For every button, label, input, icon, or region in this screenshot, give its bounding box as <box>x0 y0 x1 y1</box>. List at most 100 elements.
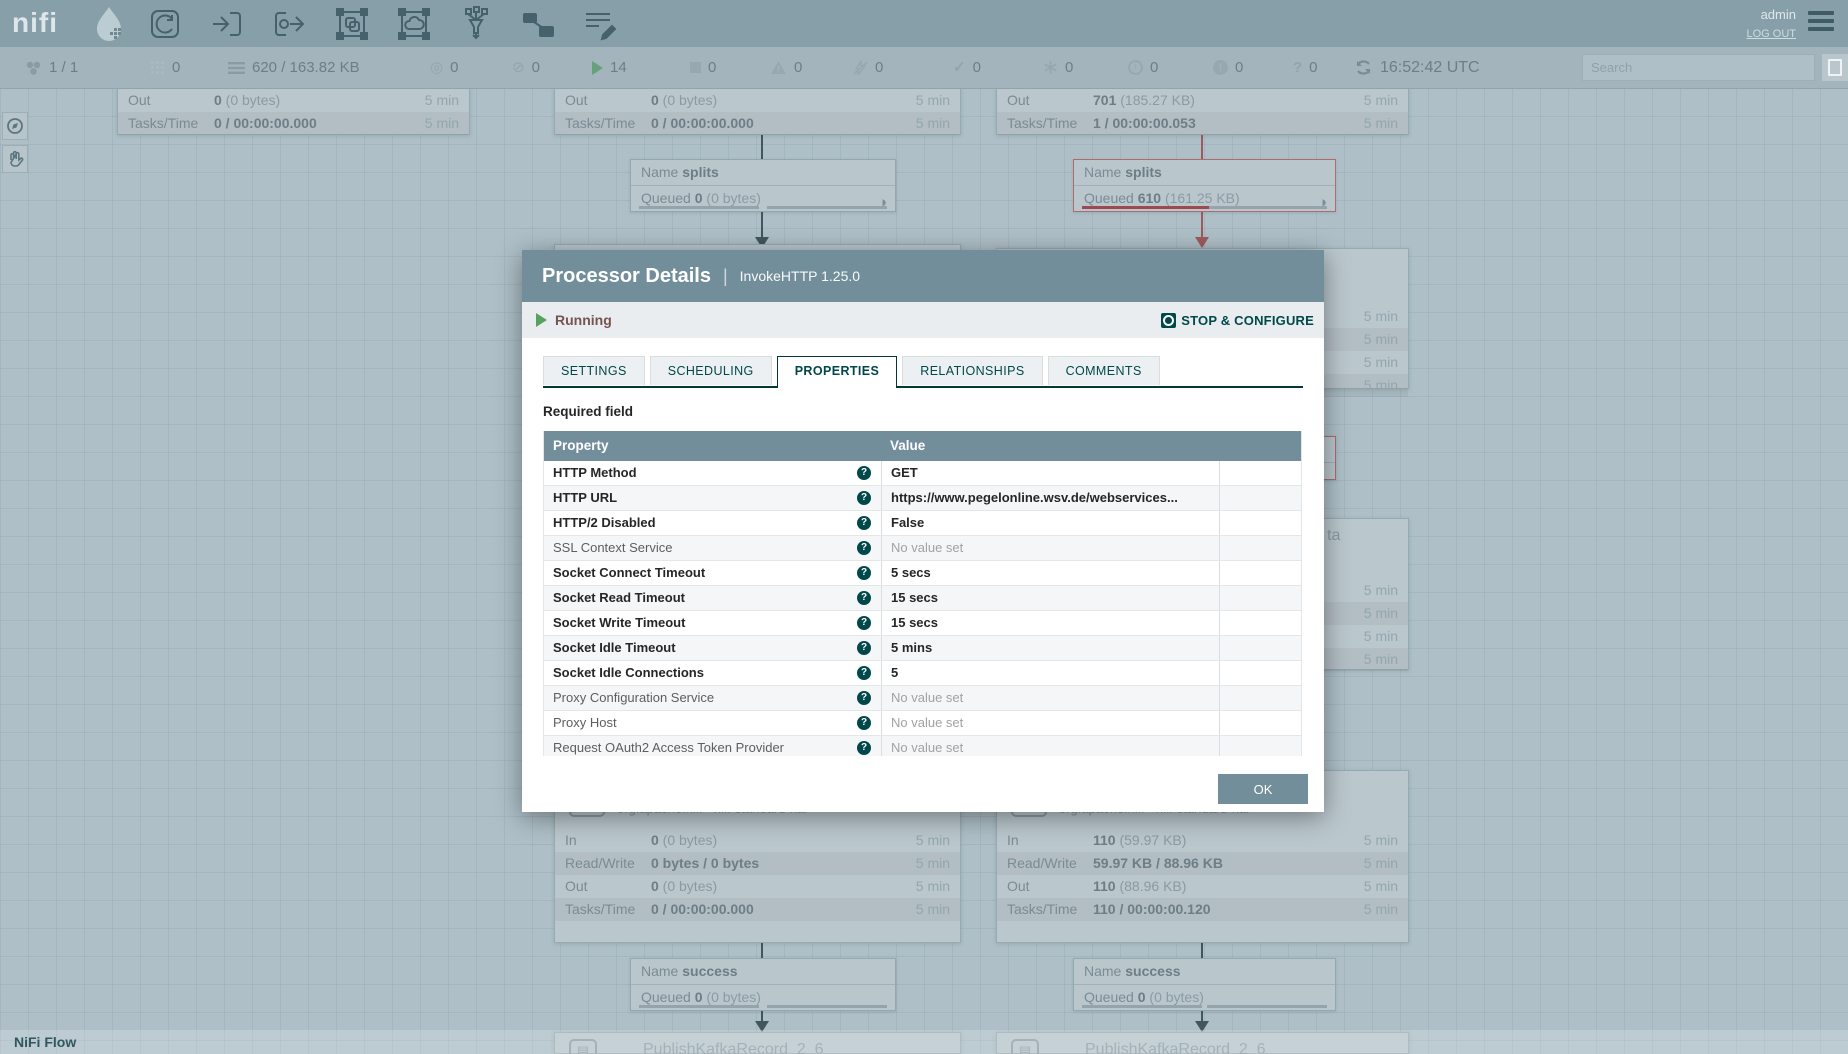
transmitting-icon: ◎ <box>430 60 443 75</box>
connection-name: success <box>1125 963 1180 979</box>
locally-modified-stale-status: !0 <box>1213 47 1243 88</box>
operate-palette-button[interactable] <box>2 145 28 173</box>
up-to-date-icon: ✓ <box>953 60 966 75</box>
connection-name: success <box>682 963 737 979</box>
processor-stat-row: In110 (59.97 KB)5 min <box>997 829 1408 852</box>
dialog-tabs: SETTINGSSCHEDULINGPROPERTIESRELATIONSHIP… <box>543 356 1303 388</box>
locally-modified-icon <box>1043 60 1058 75</box>
connection-label-success-right[interactable]: Name success Queued 0 (0 bytes) <box>1073 958 1336 1011</box>
processor-stat-row: Out0 (0 bytes)5 min <box>555 875 960 898</box>
property-actions-cell <box>1219 561 1301 585</box>
tab-comments[interactable]: COMMENTS <box>1048 356 1160 385</box>
value-column-header: Value <box>881 431 1219 461</box>
output-port-icon[interactable] <box>270 5 308 43</box>
property-value: https://www.pegelonline.wsv.de/webservic… <box>881 486 1219 510</box>
connection-label-splits-left[interactable]: Name splits Queued 0 (0 bytes)◑ <box>630 159 896 212</box>
stop-configure-icon <box>1161 313 1176 328</box>
queued-label: Queued <box>1084 989 1134 1005</box>
help-icon[interactable]: ? <box>857 516 871 530</box>
property-actions-cell <box>1219 586 1301 610</box>
transmitting-status: ◎0 <box>430 47 458 88</box>
funnel-icon[interactable] <box>457 5 495 43</box>
search-input[interactable] <box>1583 55 1830 80</box>
processor-top-middle[interactable]: Out0 (0 bytes)5 minTasks/Time0 / 00:00:0… <box>554 88 961 135</box>
stop-and-configure-button[interactable]: STOP & CONFIGURE <box>1161 302 1314 338</box>
help-icon[interactable]: ? <box>857 666 871 680</box>
queued-count: 0 <box>695 989 703 1005</box>
tab-settings[interactable]: SETTINGS <box>543 356 645 385</box>
property-actions-cell <box>1219 686 1301 710</box>
ok-button[interactable]: OK <box>1218 774 1308 804</box>
connection-label-splits-right[interactable]: Name splits Queued 610 (161.25 KB)◑ <box>1073 159 1336 212</box>
process-group-icon[interactable] <box>333 5 371 43</box>
processor-stat-row: Out701 (185.27 KB)5 min <box>997 89 1408 112</box>
property-name: Socket Read Timeout <box>553 590 685 605</box>
disabled-icon <box>853 60 868 76</box>
processor-top-right[interactable]: Out701 (185.27 KB)5 minTasks/Time1 / 00:… <box>996 88 1409 135</box>
breadcrumb-bar <box>0 1030 1848 1054</box>
help-icon[interactable]: ? <box>857 566 871 580</box>
queued-icon <box>228 61 245 75</box>
property-row: Socket Idle Timeout?5 mins <box>544 636 1301 661</box>
connection-name: splits <box>1125 164 1162 180</box>
logout-link[interactable]: LOG OUT <box>1746 28 1796 40</box>
connection-name-label: Name <box>1084 164 1121 180</box>
input-port-icon[interactable] <box>208 5 246 43</box>
property-name: Proxy Host <box>553 715 617 730</box>
queued-count: 610 <box>1138 190 1161 206</box>
help-icon[interactable]: ? <box>857 541 871 555</box>
bulletin-board-button[interactable] <box>1822 54 1848 81</box>
connection-label-success-left[interactable]: Name success Queued 0 (0 bytes) <box>630 958 896 1011</box>
help-icon[interactable]: ? <box>857 466 871 480</box>
navigate-palette-button[interactable] <box>2 112 28 140</box>
processor-stat-row: Tasks/Time110 / 00:00:00.1205 min <box>997 898 1408 921</box>
property-name: Socket Idle Connections <box>553 665 704 680</box>
processor-top-left[interactable]: Out0 (0 bytes)5 minTasks/Time0 / 00:00:0… <box>117 88 470 135</box>
help-icon[interactable]: ? <box>857 591 871 605</box>
birdseye-icon <box>6 117 24 135</box>
remote-process-group-icon[interactable] <box>395 5 433 43</box>
property-value: No value set <box>881 736 1219 756</box>
nifi-application-window: nifi admin LOG OUT 1 / 1 <box>0 0 1848 1054</box>
processor-icon[interactable] <box>146 5 184 43</box>
refresh-icon[interactable] <box>1355 59 1372 76</box>
queued-status: 620 / 163.82 KB <box>228 47 360 88</box>
help-icon[interactable]: ? <box>857 691 871 705</box>
processor-stat-row: Tasks/Time1 / 00:00:00.0535 min <box>997 112 1408 135</box>
label-icon[interactable] <box>581 5 619 43</box>
nifi-drop-icon <box>88 2 130 44</box>
property-value: 15 secs <box>881 586 1219 610</box>
breadcrumb[interactable]: NiFi Flow <box>14 1034 76 1050</box>
queued-size: (0 bytes) <box>706 190 760 206</box>
processor-stat-row: Tasks/Time0 / 00:00:00.0005 min <box>118 112 469 135</box>
connection-name-label: Name <box>641 164 678 180</box>
invalid-status: 0 <box>770 47 802 88</box>
stale-status: ↑0 <box>1128 47 1158 88</box>
tab-scheduling[interactable]: SCHEDULING <box>650 356 772 385</box>
property-row: Proxy Host? No value set <box>544 711 1301 736</box>
property-row: HTTP URL?https://www.pegelonline.wsv.de/… <box>544 486 1301 511</box>
help-icon[interactable]: ? <box>857 616 871 630</box>
top-nav-bar: nifi admin LOG OUT <box>0 0 1848 47</box>
property-value: GET <box>881 461 1219 485</box>
tab-relationships[interactable]: RELATIONSHIPS <box>902 356 1042 385</box>
help-icon[interactable]: ? <box>857 716 871 730</box>
disabled-status: 0 <box>853 47 883 88</box>
property-actions-cell <box>1219 461 1301 485</box>
help-icon[interactable]: ? <box>857 741 871 755</box>
help-icon[interactable]: ? <box>857 491 871 505</box>
property-actions-cell <box>1219 636 1301 660</box>
tab-properties[interactable]: PROPERTIES <box>777 356 898 388</box>
property-actions-cell <box>1219 711 1301 735</box>
global-menu-icon[interactable] <box>1808 11 1834 35</box>
property-name: SSL Context Service <box>553 540 672 555</box>
nifi-logo: nifi <box>12 7 58 39</box>
template-icon[interactable] <box>519 5 557 43</box>
processor-stat-row: In0 (0 bytes)5 min <box>555 829 960 852</box>
help-icon[interactable]: ? <box>857 641 871 655</box>
property-value: No value set <box>881 686 1219 710</box>
processor-stat-row: Read/Write0 bytes / 0 bytes5 min <box>555 852 960 875</box>
dialog-body: SETTINGSSCHEDULINGPROPERTIESRELATIONSHIP… <box>522 338 1324 756</box>
queued-count: 0 <box>1138 989 1146 1005</box>
property-value: No value set <box>881 711 1219 735</box>
